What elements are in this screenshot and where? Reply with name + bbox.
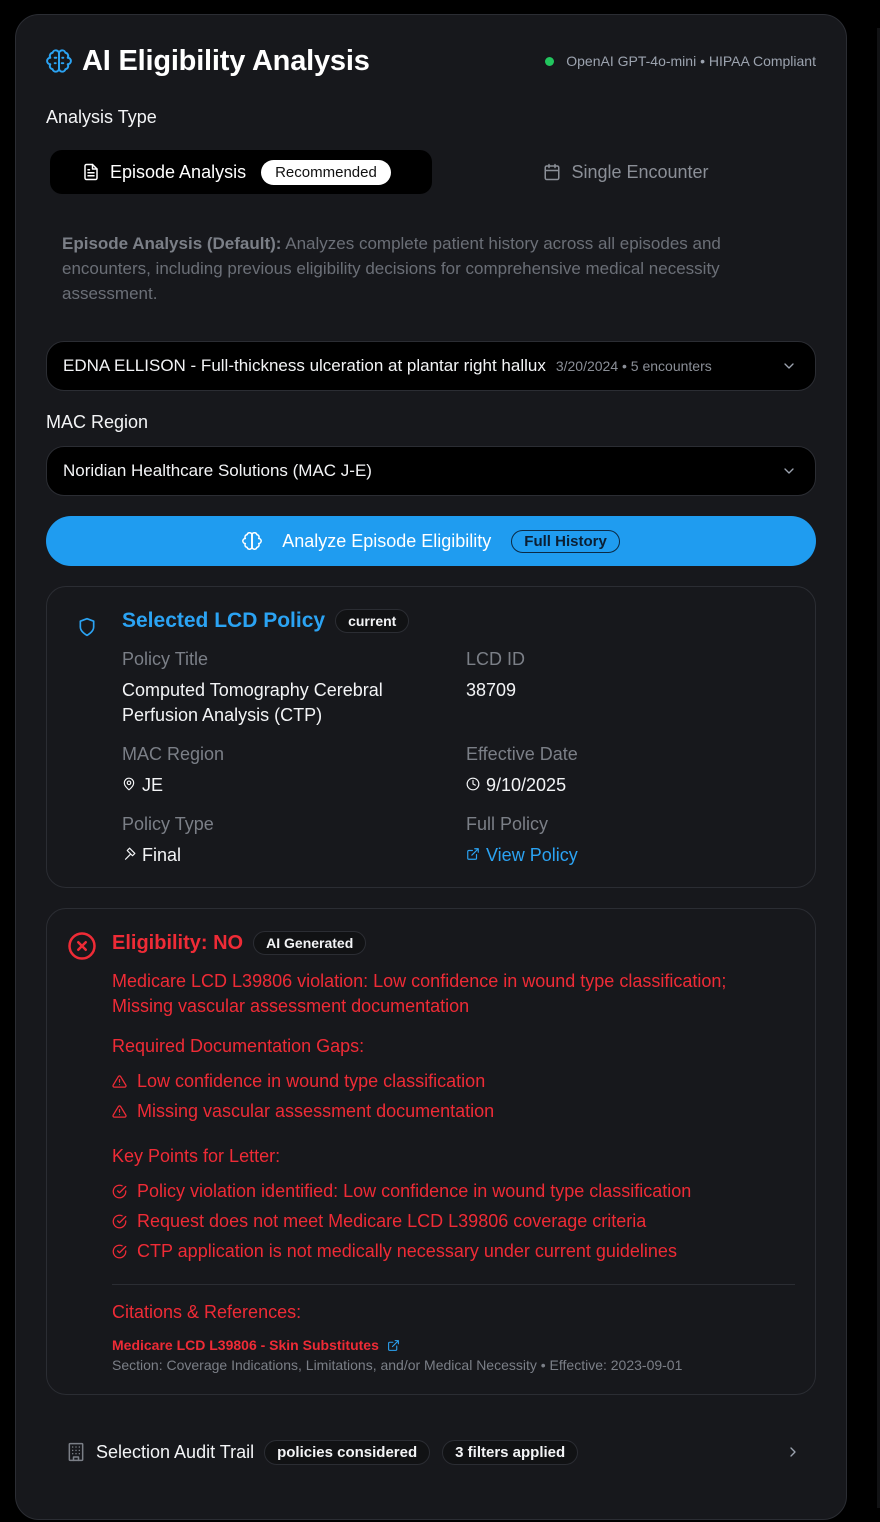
analyze-button-label: Analyze Episode Eligibility: [282, 530, 492, 551]
brain-icon: [46, 49, 72, 73]
key-point-text: CTP application is not medically necessa…: [137, 1241, 677, 1261]
key-point-item: Request does not meet Medicare LCD L3980…: [112, 1211, 646, 1232]
view-policy-label: View Policy: [486, 845, 578, 865]
mac-region-field: MAC Region JE: [122, 744, 224, 798]
chevron-down-icon: [784, 363, 794, 369]
page-title: AI Eligibility Analysis: [82, 44, 370, 77]
gap-item: Low confidence in wound type classificat…: [112, 1071, 485, 1092]
citation-link[interactable]: Medicare LCD L39806 - Skin Substitutes: [112, 1337, 400, 1353]
current-badge: current: [335, 609, 410, 633]
gap-item: Missing vascular assessment documentatio…: [112, 1101, 494, 1122]
gaps-heading: Required Documentation Gaps:: [112, 1036, 365, 1056]
shield-icon: [79, 617, 95, 637]
status-dot: [545, 56, 555, 66]
eligibility-reason: Medicare LCD L39806 violation: Low confi…: [112, 971, 727, 1016]
divider: [112, 1284, 795, 1285]
building-icon: [68, 1442, 84, 1462]
external-link-icon: [467, 848, 479, 860]
recommended-badge: Recommended: [261, 159, 391, 185]
key-points-heading: Key Points for Letter:: [112, 1146, 281, 1166]
field-label: Policy Type: [122, 814, 214, 834]
key-point-text: Request does not meet Medicare LCD L3980…: [137, 1211, 647, 1231]
model-status: OpenAI GPT-4o-mini • HIPAA Compliant: [545, 53, 816, 69]
effective-date-row: 9/10/2025: [466, 773, 578, 798]
eligibility-result-panel: Eligibility: NO AI Generated Medicare LC…: [46, 908, 816, 1395]
episode-select[interactable]: EDNA ELLISON - Full-thickness ulceration…: [46, 341, 816, 391]
eligibility-heading: Eligibility: NO AI Generated: [112, 931, 367, 955]
filters-applied-badge: 3 filters applied: [442, 1439, 579, 1465]
clock-icon: [466, 777, 480, 791]
audit-label: Selection Audit Trail: [96, 1441, 255, 1462]
ai-generated-badge: AI Generated: [253, 931, 367, 955]
analysis-type-tabs: Episode Analysis Recommended Single Enco…: [50, 150, 820, 194]
brain-icon: [242, 532, 263, 550]
card-header: AI Eligibility Analysis OpenAI GPT-4o-mi…: [46, 43, 816, 79]
full-policy-field: Full Policy View Policy: [466, 814, 578, 868]
view-policy-link[interactable]: View Policy: [466, 843, 578, 868]
tab-single-encounter[interactable]: Single Encounter: [432, 162, 820, 183]
gavel-icon: [124, 847, 136, 860]
mac-region-value: JE: [142, 775, 164, 795]
mac-region-row: JE: [122, 773, 224, 798]
mac-region-label: MAC Region: [46, 412, 149, 432]
policy-heading: Selected LCD Policy current: [122, 609, 410, 633]
x-circle-icon: [68, 932, 96, 960]
gap-text: Missing vascular assessment documentatio…: [137, 1101, 495, 1121]
selected-policy-panel: Selected LCD Policy current Policy Title…: [46, 586, 816, 888]
document-icon: [84, 163, 98, 181]
citation-meta: Section: Coverage Indications, Limitatio…: [112, 1357, 683, 1373]
mac-region-value: Noridian Healthcare Solutions (MAC J-E): [63, 461, 372, 480]
warning-icon: [112, 1105, 127, 1118]
effective-date-value: 9/10/2025: [486, 775, 567, 795]
gap-text: Low confidence in wound type classificat…: [137, 1071, 486, 1091]
field-label: LCD ID: [466, 649, 526, 669]
citations-heading: Citations & References:: [112, 1302, 302, 1322]
policy-type-field: Policy Type Final: [122, 814, 214, 868]
field-label: Effective Date: [466, 744, 578, 764]
chevron-right-icon: [790, 1447, 796, 1457]
eligibility-analysis-card: AI Eligibility Analysis OpenAI GPT-4o-mi…: [15, 14, 847, 1520]
key-point-text: Policy violation identified: Low confide…: [137, 1181, 692, 1201]
eligibility-status: Eligibility: NO: [112, 931, 244, 954]
check-circle-icon: [112, 1214, 127, 1229]
selection-audit-trail[interactable]: Selection Audit Trail policies considere…: [66, 1437, 801, 1467]
key-point-item: Policy violation identified: Low confide…: [112, 1181, 691, 1202]
policy-type-row: Final: [122, 843, 214, 868]
tab-episode-analysis[interactable]: Episode Analysis Recommended: [50, 150, 432, 194]
external-link-icon: [387, 1339, 399, 1351]
policy-title-heading: Selected LCD Policy: [122, 609, 326, 632]
episode-select-meta: 3/20/2024 • 5 encounters: [555, 358, 712, 374]
chevron-down-icon: [784, 468, 794, 474]
warning-icon: [112, 1075, 127, 1088]
citation-title: Medicare LCD L39806 - Skin Substitutes: [112, 1337, 379, 1353]
check-circle-icon: [112, 1184, 127, 1199]
tab-label: Single Encounter: [571, 161, 709, 182]
analyze-episode-button[interactable]: Analyze Episode Eligibility Full History: [46, 516, 816, 566]
description-bold: Episode Analysis (Default):: [62, 234, 282, 253]
full-history-badge: Full History: [511, 529, 620, 553]
status-text: OpenAI GPT-4o-mini • HIPAA Compliant: [566, 53, 816, 69]
policies-considered-badge: policies considered: [264, 1439, 431, 1465]
effective-date-field: Effective Date 9/10/2025: [466, 744, 578, 798]
analysis-type-label: Analysis Type: [46, 107, 157, 127]
analysis-description: Episode Analysis (Default): Analyzes com…: [62, 231, 802, 306]
field-label: MAC Region: [122, 744, 225, 764]
policy-type-value: Final: [142, 845, 182, 865]
policy-title-field: Policy Title Computed Tomography Cerebra…: [122, 649, 422, 728]
field-label: Full Policy: [466, 814, 549, 834]
policy-title-value: Computed Tomography Cerebral Perfusion A…: [122, 680, 383, 725]
field-label: Policy Title: [122, 649, 209, 669]
calendar-icon: [544, 163, 560, 181]
lcd-id-field: LCD ID 38709: [466, 649, 525, 703]
map-pin-icon: [123, 777, 135, 791]
mac-region-select[interactable]: Noridian Healthcare Solutions (MAC J-E): [46, 446, 816, 496]
episode-select-value: EDNA ELLISON - Full-thickness ulceration…: [63, 356, 546, 375]
check-circle-icon: [112, 1244, 127, 1259]
tab-label: Episode Analysis: [110, 161, 247, 182]
key-point-item: CTP application is not medically necessa…: [112, 1241, 677, 1262]
lcd-id-value: 38709: [466, 680, 517, 700]
